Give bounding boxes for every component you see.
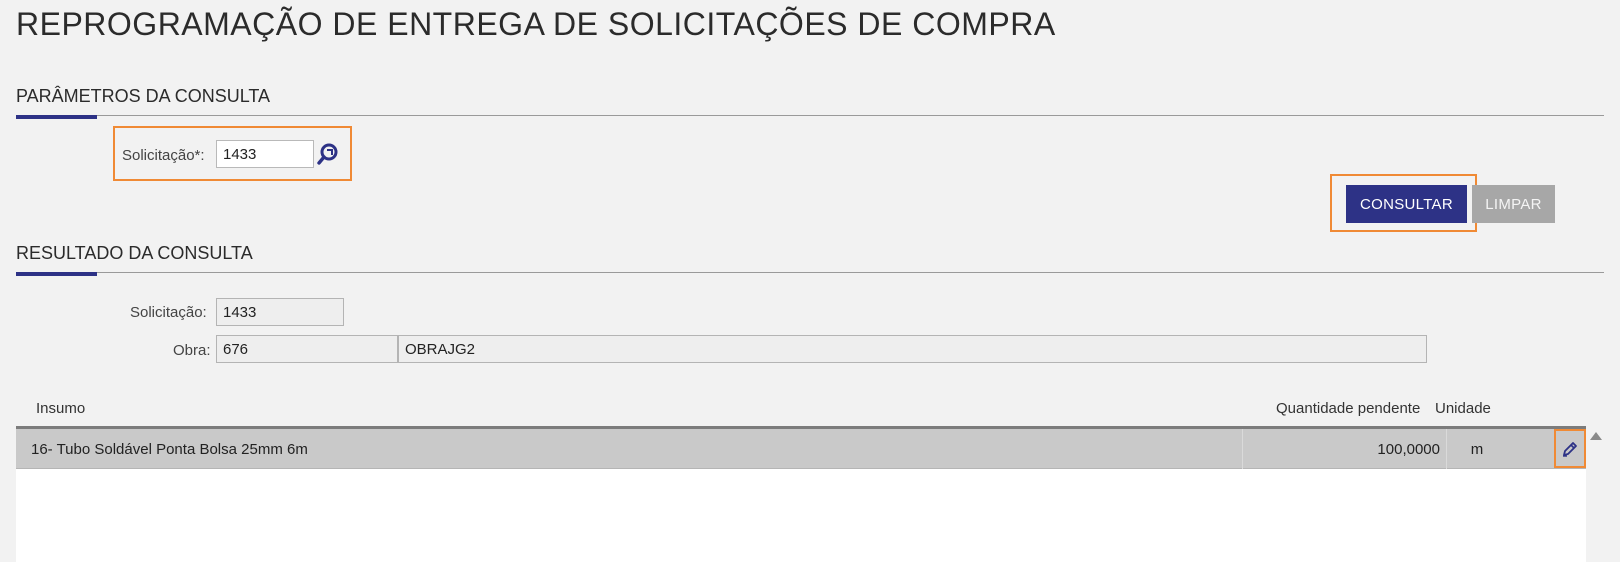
pencil-edit-icon (1563, 441, 1577, 457)
section-divider (16, 115, 1604, 116)
solicitacao-label: Solicitação*: (122, 147, 205, 164)
obra-code-field (216, 335, 398, 363)
cell-unidade: m (1470, 440, 1484, 458)
cell-quantidade: 100,0000 (1377, 440, 1440, 458)
table-scrollbar[interactable] (1588, 426, 1604, 562)
scroll-up-arrow-icon[interactable] (1590, 432, 1602, 440)
solicitacao-lookup-button[interactable] (314, 140, 342, 168)
obra-name-field (398, 335, 1427, 363)
table-row[interactable]: 16- Tubo Soldável Ponta Bolsa 25mm 6m 10… (16, 429, 1586, 469)
obra-label: Obra: (173, 342, 211, 359)
column-header-unidade: Unidade (1435, 400, 1491, 417)
section-title-resultado: RESULTADO DA CONSULTA (16, 243, 253, 263)
section-divider-accent (16, 272, 97, 276)
limpar-button[interactable]: LIMPAR (1472, 185, 1555, 223)
results-table: 16- Tubo Soldável Ponta Bolsa 25mm 6m 10… (16, 426, 1586, 562)
section-title-parametros: PARÂMETROS DA CONSULTA (16, 86, 271, 106)
column-header-quantidade: Quantidade pendente (1276, 400, 1421, 417)
solicitacao-input[interactable] (216, 140, 314, 168)
cell-insumo: 16- Tubo Soldável Ponta Bolsa 25mm 6m (31, 440, 308, 458)
section-divider-accent (16, 115, 97, 119)
resultado-solicitacao-field (216, 298, 344, 326)
resultado-solicitacao-label: Solicitação: (130, 304, 207, 321)
page-title: REPROGRAMAÇÃO DE ENTREGA DE SOLICITAÇÕES… (16, 6, 1056, 42)
column-header-insumo: Insumo (36, 400, 86, 417)
section-divider (16, 272, 1604, 273)
consultar-button[interactable]: CONSULTAR (1346, 185, 1467, 223)
edit-row-button[interactable] (1554, 429, 1586, 468)
search-lookup-icon (317, 143, 338, 165)
